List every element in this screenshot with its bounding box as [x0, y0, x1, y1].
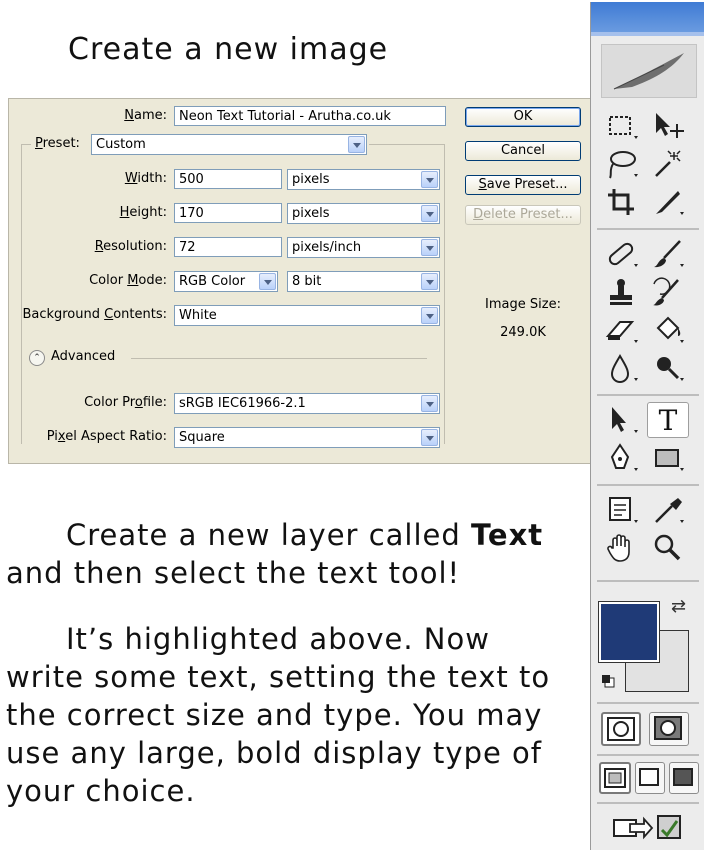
text-tool-glyph: T	[658, 403, 678, 437]
move-icon[interactable]	[647, 108, 689, 144]
full-screen-mode-icon[interactable]	[669, 762, 699, 794]
save-preset-button[interactable]: Save Preset...	[465, 175, 581, 195]
standard-mode-icon[interactable]	[601, 712, 641, 746]
healing-brush-icon[interactable]	[601, 236, 643, 272]
toolbox-title-bar[interactable]	[591, 2, 704, 32]
cancel-button[interactable]: Cancel	[465, 141, 581, 161]
color-mode-select[interactable]: RGB Color	[174, 271, 278, 292]
chevron-down-icon	[421, 395, 438, 412]
width-label: Width:	[124, 171, 167, 186]
image-size-value: 249.0K	[500, 325, 546, 340]
new-image-dialog: Name: Neon Text Tutorial - Arutha.co.uk …	[8, 98, 591, 464]
height-unit-select[interactable]: pixels	[287, 203, 440, 224]
image-size-label: Image Size:	[485, 297, 561, 312]
zoom-icon[interactable]	[647, 530, 689, 566]
chevron-down-icon	[421, 273, 438, 290]
hand-icon[interactable]	[601, 530, 643, 566]
name-label: Name:	[124, 108, 167, 123]
paragraph-write-text: It’s highlighted above. Now write some t…	[6, 622, 551, 808]
lasso-icon[interactable]	[601, 146, 643, 182]
quick-mask-mode-icon[interactable]	[649, 712, 689, 746]
background-contents-select[interactable]: White	[174, 305, 440, 326]
width-field[interactable]: 500	[174, 169, 282, 189]
magic-wand-icon[interactable]	[647, 146, 689, 182]
paint-bucket-icon[interactable]	[647, 312, 689, 348]
paragraph-layer-instructions: Create a new layer called Text and then …	[6, 518, 544, 590]
brush-icon[interactable]	[647, 236, 689, 272]
advanced-label: Advanced	[51, 349, 116, 364]
resolution-unit-select[interactable]: pixels/inch	[287, 237, 440, 258]
eyedropper-icon[interactable]	[647, 492, 689, 528]
chevron-down-icon	[421, 239, 438, 256]
blur-icon[interactable]	[601, 350, 643, 386]
photoshop-toolbox: T ⇄	[590, 2, 704, 850]
advanced-toggle-icon[interactable]: ⌃	[29, 350, 45, 366]
chevron-down-icon	[421, 307, 438, 324]
name-field[interactable]: Neon Text Tutorial - Arutha.co.uk	[174, 106, 446, 126]
ok-button[interactable]: OK	[465, 107, 581, 127]
standard-screen-mode-icon[interactable]	[599, 762, 631, 794]
heading: Create a new image	[68, 32, 389, 67]
color-profile-label: Color Profile:	[84, 395, 167, 410]
history-brush-icon[interactable]	[647, 274, 689, 310]
pixel-aspect-label: Pixel Aspect Ratio:	[46, 429, 167, 444]
height-label: Height:	[119, 205, 167, 220]
full-screen-menu-mode-icon[interactable]	[635, 762, 665, 794]
swap-colors-icon[interactable]: ⇄	[671, 596, 686, 617]
slice-icon[interactable]	[647, 184, 689, 220]
dodge-icon[interactable]	[647, 350, 689, 386]
rectangle-shape-icon[interactable]	[647, 440, 689, 476]
crop-icon[interactable]	[601, 184, 643, 220]
preset-label: Preset:	[35, 133, 84, 155]
preset-select[interactable]: Custom	[91, 134, 367, 155]
delete-preset-button[interactable]: Delete Preset...	[465, 205, 581, 225]
chevron-down-icon	[421, 205, 438, 222]
default-colors-icon[interactable]	[601, 674, 615, 688]
chevron-down-icon	[348, 136, 365, 153]
pixel-aspect-select[interactable]: Square	[174, 427, 440, 448]
clone-stamp-icon[interactable]	[601, 274, 643, 310]
color-mode-label: Color Mode:	[89, 273, 167, 288]
text-tool-icon[interactable]: T	[647, 402, 689, 438]
notes-icon[interactable]	[601, 492, 643, 528]
resolution-label: Resolution:	[94, 239, 167, 254]
bit-depth-select[interactable]: 8 bit	[287, 271, 440, 292]
chevron-down-icon	[259, 273, 276, 290]
marquee-icon[interactable]	[601, 108, 643, 144]
resolution-field[interactable]: 72	[174, 237, 282, 257]
pen-icon[interactable]	[601, 440, 643, 476]
chevron-down-icon	[421, 429, 438, 446]
path-selection-icon[interactable]	[601, 402, 643, 438]
foreground-color-swatch[interactable]	[598, 601, 660, 663]
eraser-icon[interactable]	[601, 312, 643, 348]
background-contents-label: Background Contents:	[22, 307, 167, 322]
feather-logo[interactable]	[601, 44, 697, 98]
chevron-down-icon	[421, 171, 438, 188]
width-unit-select[interactable]: pixels	[287, 169, 440, 190]
color-profile-select[interactable]: sRGB IEC61966-2.1	[174, 393, 440, 414]
jump-to-imageready-icon[interactable]	[603, 808, 693, 844]
height-field[interactable]: 170	[174, 203, 282, 223]
